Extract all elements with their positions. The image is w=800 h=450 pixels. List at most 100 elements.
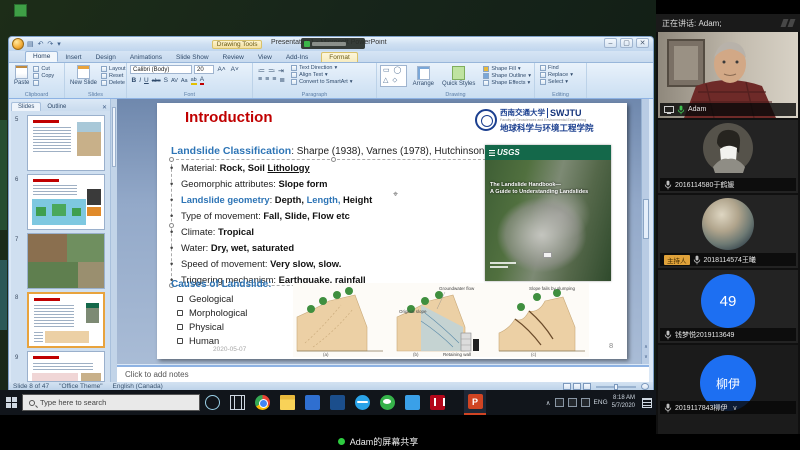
participant-tile[interactable]: 49 钱梦悦2019113649: [658, 270, 798, 343]
internet-explorer-icon[interactable]: [355, 395, 370, 410]
tab-add-ins[interactable]: Add-Ins: [279, 53, 315, 62]
quick-access-toolbar[interactable]: ▤ ↶ ↷ ▾: [27, 40, 62, 48]
quick-styles-button[interactable]: Quick Styles: [442, 66, 475, 87]
arrange-button[interactable]: Arrange: [413, 66, 434, 87]
tab-slide-show[interactable]: Slide Show: [169, 53, 216, 62]
font-size-select[interactable]: 20: [194, 65, 214, 74]
chrome-icon[interactable]: [255, 395, 270, 410]
pane-close-icon[interactable]: ✕: [102, 104, 107, 111]
maximize-button[interactable]: ▢: [620, 38, 633, 48]
change-case-button[interactable]: Aa: [181, 78, 188, 84]
app-icon[interactable]: [305, 395, 320, 410]
tray-icon[interactable]: [555, 398, 564, 407]
shape-outline-button[interactable]: Shape Outline ▾: [483, 73, 531, 79]
redo-icon[interactable]: ↷: [47, 41, 54, 48]
task-view-button[interactable]: [230, 395, 245, 410]
zoom-slider[interactable]: [596, 386, 636, 388]
smartart-button[interactable]: Convert to SmartArt ▾: [291, 79, 352, 85]
slide-scrollbar[interactable]: ∧ ∨: [641, 99, 649, 364]
delete-button[interactable]: Delete: [101, 80, 126, 86]
paste-button[interactable]: Paste: [14, 65, 29, 86]
highlight-color-button[interactable]: ab: [191, 77, 197, 85]
justify-icon[interactable]: ≣: [279, 76, 285, 84]
tab-review[interactable]: Review: [216, 53, 251, 62]
align-text-button[interactable]: Align Text ▾: [291, 72, 352, 78]
chevron-down-icon[interactable]: ∨: [732, 404, 737, 412]
font-name-select[interactable]: Calibri (Body): [130, 65, 192, 74]
close-button[interactable]: ✕: [636, 38, 649, 48]
select-button[interactable]: Select ▾: [540, 79, 583, 85]
pane-tab-slides[interactable]: Slides: [11, 102, 41, 111]
italic-button[interactable]: I: [139, 77, 141, 84]
numbering-button[interactable]: ≕: [268, 67, 275, 75]
underline-button[interactable]: U: [144, 77, 149, 84]
align-center-icon[interactable]: ≡: [265, 76, 269, 83]
slide-thumbnail-6[interactable]: [27, 174, 105, 230]
bold-button[interactable]: B: [132, 77, 137, 84]
slideshow-button[interactable]: [583, 383, 591, 390]
tab-animations[interactable]: Animations: [123, 53, 169, 62]
tab-insert[interactable]: Insert: [58, 53, 88, 62]
replace-button[interactable]: Replace ▾: [540, 72, 583, 78]
adobe-reader-icon[interactable]: [430, 395, 445, 410]
shadow-button[interactable]: S: [164, 77, 168, 84]
fit-to-window-button[interactable]: [641, 383, 649, 390]
tray-icon[interactable]: [581, 398, 590, 407]
align-left-icon[interactable]: ≡: [258, 76, 262, 83]
shape-effects-button[interactable]: Shape Effects ▾: [483, 80, 531, 86]
taskbar-search[interactable]: Type here to search: [22, 394, 200, 411]
title-bar[interactable]: ▤ ↶ ↷ ▾ Drawing Tools Presentation1 - Mi…: [9, 37, 653, 51]
save-icon[interactable]: ▤: [27, 41, 35, 48]
grow-font-icon[interactable]: A˄: [218, 66, 226, 73]
file-explorer-icon[interactable]: [280, 395, 295, 410]
desktop-icon[interactable]: [14, 4, 27, 17]
wechat-icon[interactable]: [380, 395, 395, 410]
qat-more-icon[interactable]: ▾: [57, 41, 62, 48]
notification-center-icon[interactable]: [642, 398, 652, 408]
language-status[interactable]: English (Canada): [113, 383, 163, 390]
format-painter-button[interactable]: [33, 80, 54, 86]
tray-expand-icon[interactable]: ∧: [546, 399, 551, 407]
normal-view-button[interactable]: [563, 383, 571, 390]
participant-tile[interactable]: 2016114580于鹤媛: [658, 120, 798, 193]
tab-format[interactable]: Format: [321, 52, 358, 62]
shrink-font-icon[interactable]: A˅: [231, 66, 239, 73]
start-button[interactable]: [0, 390, 22, 415]
find-button[interactable]: Find: [540, 65, 583, 71]
pane-tab-outline[interactable]: Outline: [41, 103, 72, 111]
indent-button[interactable]: ⇥: [278, 67, 284, 75]
office-button[interactable]: [12, 38, 24, 50]
slide-thumbnail-9[interactable]: [27, 351, 105, 382]
participant-tile-adam[interactable]: Adam: [658, 32, 798, 118]
text-direction-button[interactable]: Text Direction ▾: [291, 65, 352, 71]
strikethrough-button[interactable]: abc: [152, 78, 161, 84]
previous-slide-icon[interactable]: ∧: [642, 344, 650, 350]
next-slide-icon[interactable]: ∨: [642, 354, 650, 360]
reset-button[interactable]: Reset: [101, 73, 126, 79]
character-spacing-button[interactable]: AV: [171, 78, 178, 84]
undo-icon[interactable]: ↶: [38, 41, 45, 48]
new-slide-button[interactable]: New Slide: [70, 65, 97, 86]
taskbar-clock[interactable]: 8:18 AM 5/7/2020: [612, 395, 635, 409]
participant-tile[interactable]: 柳伊 2019117843柳伊 ∨: [658, 345, 798, 434]
tab-view[interactable]: View: [251, 53, 279, 62]
cut-button[interactable]: Cut: [33, 66, 54, 72]
tab-design[interactable]: Design: [89, 53, 123, 62]
slide-thumbnail-8-current[interactable]: [27, 292, 105, 348]
language-indicator[interactable]: ENG: [594, 399, 608, 406]
slide-canvas[interactable]: Introduction Landslide Classification: S…: [157, 103, 627, 359]
slide-thumbnail-5[interactable]: [27, 115, 105, 171]
powerpoint-taskbar-icon[interactable]: P: [464, 390, 486, 415]
font-color-button[interactable]: A: [200, 76, 204, 85]
copy-button[interactable]: Copy: [33, 73, 54, 79]
shapes-gallery[interactable]: ▭ ◯ △ ⬦: [380, 65, 407, 87]
notes-pane[interactable]: Click to add notes: [117, 365, 649, 382]
app-icon[interactable]: [330, 395, 345, 410]
slide-thumbnail-7[interactable]: [27, 233, 105, 289]
layout-button[interactable]: Layout: [101, 66, 126, 72]
slide-sorter-button[interactable]: [573, 383, 581, 390]
align-right-icon[interactable]: ≡: [272, 76, 276, 83]
shape-fill-button[interactable]: Shape Fill ▾: [483, 66, 531, 72]
tab-home[interactable]: Home: [25, 51, 58, 62]
participant-tile[interactable]: 主持人 2018114574王曦: [658, 195, 798, 268]
